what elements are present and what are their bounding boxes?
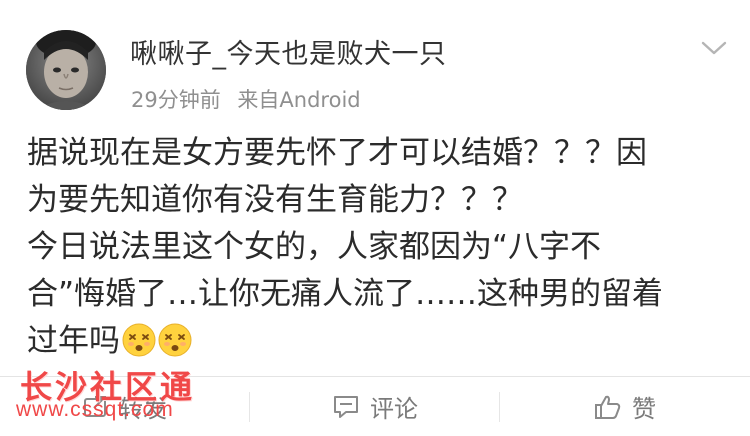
avatar-image [26,30,106,110]
weibo-post-card: 啾啾子_今天也是败犬一只 29分钟前 来自Android 据说现在是女方要先怀了… [0,0,750,436]
watermark: 长沙社区通 www.cssqt.com [16,362,246,422]
post-source: 来自Android [237,88,361,112]
content-line: 为要先知道你有没有生育能力？？？ [27,182,523,218]
content-line: 今日说法里这个女的，人家都因为“八字不 [27,229,602,265]
comment-button[interactable]: 评论 [250,377,500,436]
username[interactable]: 啾啾子_今天也是败犬一只 [130,32,447,71]
chevron-down-icon[interactable] [700,38,728,58]
comment-icon [334,395,358,418]
post-content: 据说现在是女方要先怀了才可以结婚？？？因 为要先知道你有没有生育能力？？？ 今日… [27,130,727,365]
action-separator [499,392,500,422]
watermark-url: www.cssqt.com [16,398,174,421]
like-label: 赞 [632,395,656,423]
like-button[interactable]: 赞 [500,377,750,436]
post-time: 29分钟前 [131,88,221,112]
content-line: 据说现在是女方要先怀了才可以结婚？？？因 [27,135,647,171]
content-line: 合”悔婚了…让你无痛人流了……这种男的留着 [27,276,664,312]
content-last-line: 过年吗 [27,318,727,365]
dizzy-face-emoji-icon [122,323,156,357]
dizzy-face-emoji-icon [158,323,192,357]
comment-label: 评论 [370,395,418,423]
action-separator [249,392,250,422]
avatar[interactable] [26,30,106,110]
post-meta: 29分钟前 来自Android [131,84,361,114]
content-line: 过年吗 [27,323,120,359]
thumbs-up-icon [595,395,621,419]
